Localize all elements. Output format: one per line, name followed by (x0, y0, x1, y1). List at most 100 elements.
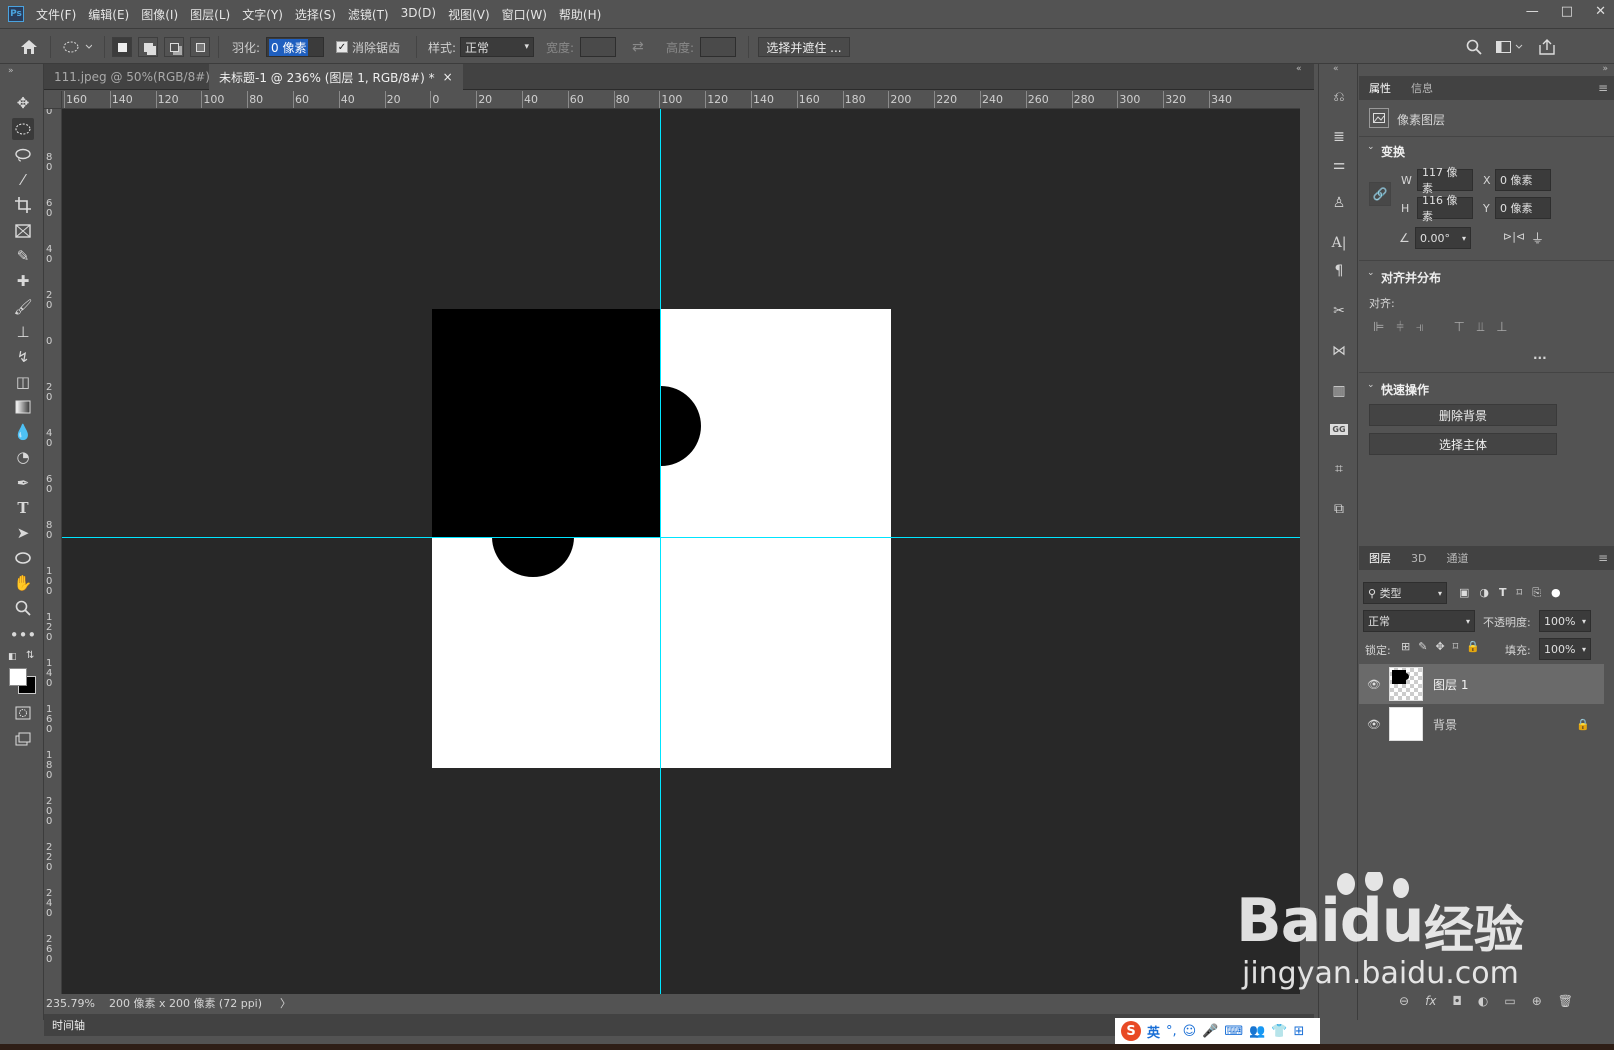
export-icon[interactable]: ⧉ (1328, 498, 1350, 520)
menu-item-3[interactable]: 图层(L) (190, 6, 230, 23)
layer-row-background[interactable]: 👁 背景 🔒 (1359, 704, 1604, 744)
adjustments-icon[interactable]: ⚌ (1328, 154, 1350, 176)
ime-keyboard-icon[interactable]: ⌨ (1224, 1024, 1243, 1039)
width-field[interactable]: 117 像素 (1417, 166, 1473, 195)
swap-dimensions-icon[interactable]: ⇄ (632, 29, 644, 65)
panel-menu-icon[interactable]: ≡ (1598, 81, 1608, 95)
opacity-field[interactable]: 100% ▾ (1539, 610, 1591, 632)
tab-close-icon[interactable]: × (443, 70, 453, 84)
brush-tool-icon[interactable]: 🖌 (12, 296, 34, 318)
filter-type-icon[interactable]: T (1499, 586, 1507, 600)
lock-icon[interactable]: 🔒 (1576, 718, 1590, 731)
pen-tool-icon[interactable]: ✒ (12, 472, 34, 494)
new-selection-icon[interactable] (112, 37, 132, 57)
gradient-tool-icon[interactable] (12, 396, 34, 418)
path-selection-tool-icon[interactable]: ➤ (12, 522, 34, 544)
menu-item-6[interactable]: 滤镜(T) (348, 6, 389, 23)
close-icon[interactable]: ✕ (1595, 4, 1606, 19)
clone-source-icon[interactable]: ♙ (1328, 192, 1350, 214)
menu-item-10[interactable]: 帮助(H) (559, 6, 601, 23)
layer-name[interactable]: 背景 (1433, 716, 1457, 733)
swap-colors-icon[interactable]: ⇅ (26, 650, 34, 661)
menu-item-5[interactable]: 选择(S) (295, 6, 336, 23)
glyphs-icon[interactable]: GG (1328, 418, 1350, 440)
select-subject-button[interactable]: 选择主体 (1369, 433, 1557, 455)
elliptical-marquee-preset-icon[interactable] (62, 29, 92, 65)
document-canvas[interactable] (432, 309, 891, 768)
menu-item-1[interactable]: 编辑(E) (88, 6, 129, 23)
tools-presets-icon[interactable]: ✂ (1328, 300, 1350, 322)
ime-language-toggle[interactable]: 英 (1147, 1022, 1160, 1041)
align-vcenter-icon[interactable]: ⫫ (1477, 320, 1484, 335)
chevron-down-icon[interactable]: ⌄ (1367, 142, 1375, 152)
more-options-icon[interactable]: ... (1533, 348, 1547, 362)
height-field[interactable]: 116 像素 (1417, 194, 1473, 223)
ellipse-tool-icon[interactable] (12, 547, 34, 569)
healing-brush-tool-icon[interactable]: ✚ (12, 270, 34, 292)
eyedropper-tool-icon[interactable]: ✎ (12, 245, 34, 267)
flip-horizontal-icon[interactable]: ⊳|⊲ (1503, 230, 1525, 243)
ime-skin-icon[interactable]: 👕 (1271, 1024, 1287, 1039)
menu-item-7[interactable]: 3D(D) (401, 6, 436, 23)
share-icon[interactable] (1538, 29, 1556, 65)
visibility-eye-icon[interactable]: 👁 (1359, 678, 1389, 691)
home-icon[interactable] (20, 29, 38, 65)
horizontal-ruler[interactable]: 160 140 120 100 80 60 40 20 0 20 40 60 80 100 120 140 16… (62, 91, 1300, 109)
maximize-icon[interactable]: □ (1561, 4, 1573, 19)
history-icon[interactable]: ⎌ (1328, 86, 1350, 108)
history-brush-tool-icon[interactable]: ↯ (12, 346, 34, 368)
vertical-ruler[interactable]: 0 8 0 6 0 4 0 2 0 0 2 0 4 0 6 0 8 0 1 0 0 1 2 0 1 4 … (44, 109, 62, 1003)
feather-input[interactable]: 0 像素 (266, 37, 324, 57)
sogou-logo-icon[interactable]: S (1121, 1021, 1141, 1041)
subtract-selection-icon[interactable] (164, 37, 184, 57)
antialias-checkbox[interactable]: ✓ (336, 41, 348, 53)
lock-artboard-icon[interactable]: ⌑ (1453, 640, 1459, 653)
character-icon[interactable]: A| (1328, 232, 1350, 254)
filter-toggle-icon[interactable]: ● (1551, 586, 1561, 600)
frame-tool-icon[interactable] (12, 220, 34, 242)
expand-strip-icon[interactable]: « (1333, 64, 1339, 74)
vertical-guide[interactable] (660, 109, 661, 1003)
ime-user-icon[interactable]: 👥 (1249, 1024, 1265, 1039)
collapse-panel-icon[interactable]: « (1296, 64, 1302, 74)
dodge-tool-icon[interactable]: ◔ (12, 446, 34, 468)
select-and-mask-button[interactable]: 选择并遮住 ... (758, 37, 850, 57)
zoom-tool-icon[interactable] (12, 597, 34, 619)
crop-preset-icon[interactable]: ⌗ (1328, 458, 1350, 480)
canvas-area[interactable] (62, 109, 1300, 1003)
filter-pixel-icon[interactable]: ▣ (1459, 586, 1469, 600)
tab-untitled-1[interactable]: 未标题-1 @ 236% (图层 1, RGB/8#) * × (209, 64, 463, 90)
y-field[interactable]: 0 像素 (1495, 197, 1551, 219)
menu-item-4[interactable]: 文字(Y) (242, 6, 283, 23)
menu-item-8[interactable]: 视图(V) (448, 6, 490, 23)
horizontal-guide[interactable] (62, 537, 1300, 538)
minimize-icon[interactable]: — (1526, 4, 1539, 19)
hand-tool-icon[interactable]: ✋ (12, 572, 34, 594)
layer-row-layer-1[interactable]: 👁 图层 1 (1359, 664, 1604, 704)
filter-smart-object-icon[interactable]: ⎘ (1532, 586, 1541, 600)
tab-properties[interactable]: 属性 (1359, 80, 1401, 96)
move-tool-icon[interactable]: ✥ (12, 92, 34, 114)
link-dimensions-icon[interactable]: 🔗 (1369, 182, 1391, 206)
collapse-panels-icon[interactable]: » (1602, 64, 1608, 74)
lock-all-icon[interactable]: 🔒 (1466, 640, 1480, 653)
filter-shape-icon[interactable]: ⌑ (1517, 586, 1523, 600)
eraser-tool-icon[interactable]: ◫ (12, 371, 34, 393)
screen-mode-icon[interactable] (12, 728, 34, 750)
timeline-tab[interactable]: 时间轴 (52, 1017, 85, 1033)
ime-punctuation-icon[interactable]: °, (1166, 1024, 1177, 1039)
quick-mask-icon[interactable] (12, 702, 34, 724)
default-colors-icon[interactable]: ◧ (8, 652, 17, 662)
align-left-icon[interactable]: ⊫ (1373, 320, 1384, 335)
menu-item-2[interactable]: 图像(I) (141, 6, 178, 23)
menu-item-9[interactable]: 窗口(W) (502, 6, 547, 23)
clone-stamp-tool-icon[interactable]: ⊥ (12, 321, 34, 343)
brushes-icon[interactable]: ≣ (1328, 126, 1350, 148)
align-bottom-icon[interactable]: ⊥ (1496, 320, 1507, 335)
foreground-color-swatch[interactable] (9, 668, 27, 686)
layer-filter-select[interactable]: ⚲ 类型 ▾ (1363, 582, 1447, 604)
width-input[interactable] (580, 37, 616, 57)
layer-name[interactable]: 图层 1 (1433, 676, 1468, 693)
more-tools-icon[interactable]: ••• (10, 624, 37, 646)
intersect-selection-icon[interactable] (190, 37, 210, 57)
